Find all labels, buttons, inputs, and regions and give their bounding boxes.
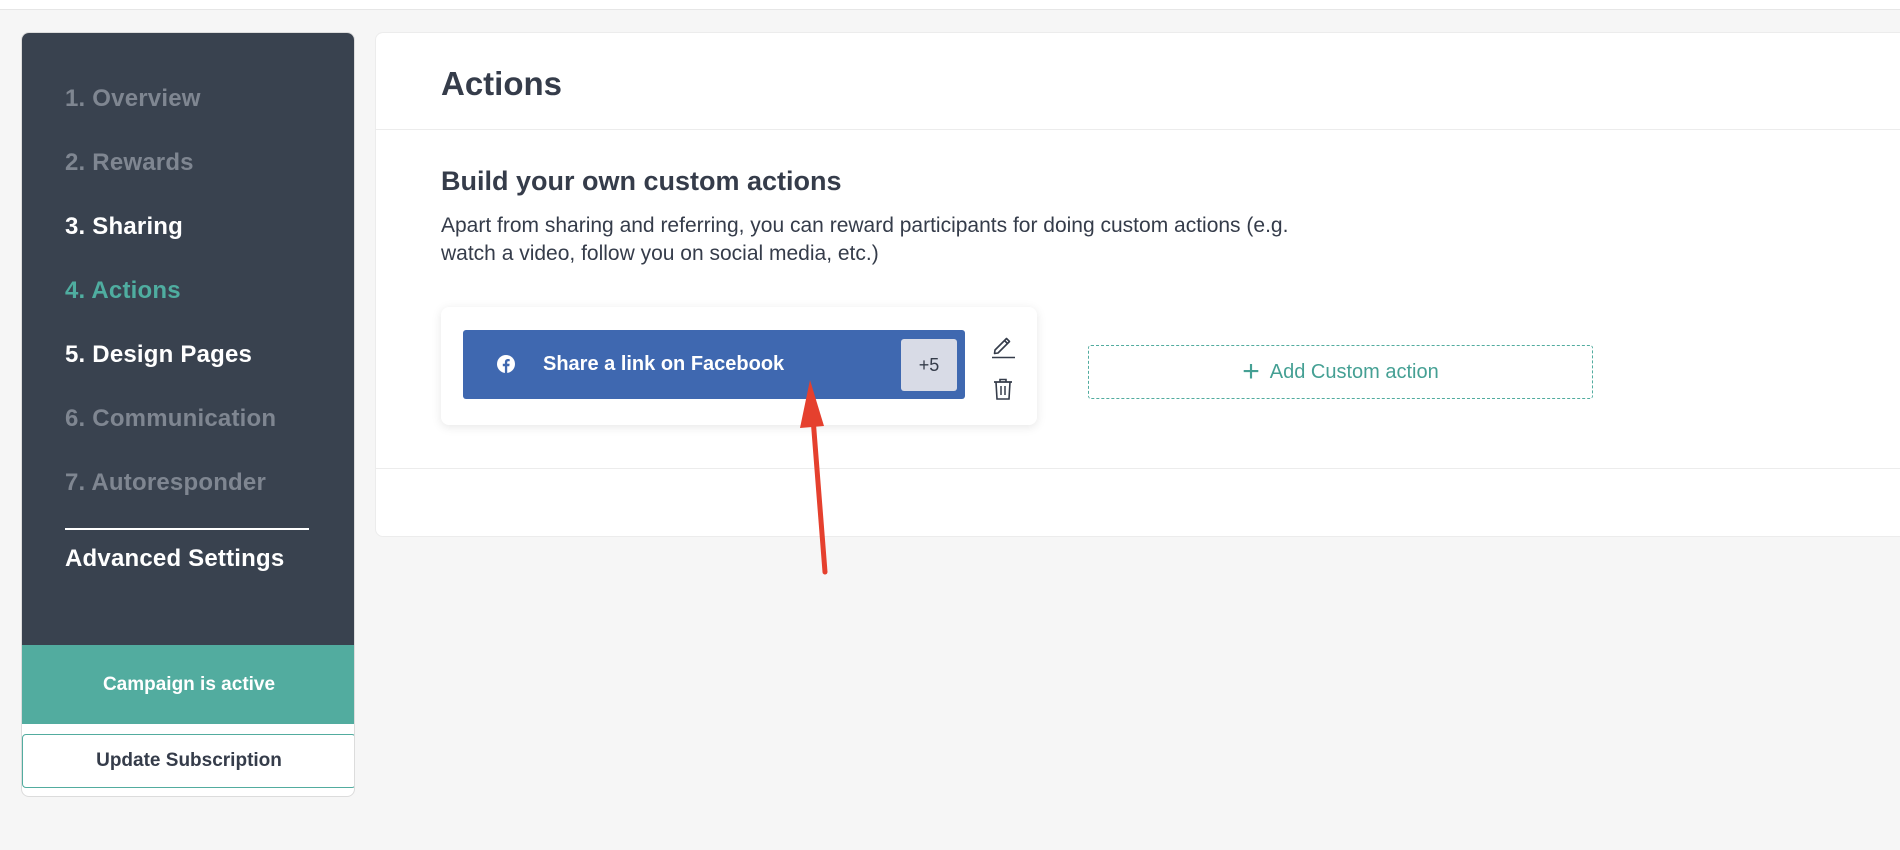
panel-footer-divider (376, 468, 1900, 469)
section-title: Build your own custom actions (441, 166, 842, 196)
annotation-arrow-icon (800, 380, 828, 575)
points-badge: +5 (901, 339, 957, 391)
pencil-icon[interactable] (989, 331, 1017, 359)
panel-header: Actions (376, 33, 1900, 130)
trash-icon[interactable] (992, 377, 1014, 401)
page-title: Actions (441, 65, 563, 102)
section-description: Apart from sharing and referring, you ca… (441, 212, 1401, 268)
sidebar-item-actions[interactable]: 4. Actions (65, 277, 181, 305)
facebook-icon (497, 355, 515, 373)
update-subscription-button[interactable]: Update Subscription (22, 734, 354, 788)
facebook-share-action[interactable]: Share a link on Facebook +5 (463, 330, 965, 399)
sidebar-item-design-pages[interactable]: 5. Design Pages (65, 341, 252, 369)
sidebar-item-overview[interactable]: 1. Overview (65, 85, 201, 113)
sidebar: 1. Overview 2. Rewards 3. Sharing 4. Act… (21, 32, 355, 797)
top-bar (0, 0, 1900, 10)
sidebar-item-sharing[interactable]: 3. Sharing (65, 213, 183, 241)
sidebar-divider (65, 528, 309, 530)
section-description-line: watch a video, follow you on social medi… (441, 242, 879, 265)
add-custom-action-label: Add Custom action (1269, 360, 1439, 383)
sidebar-item-autoresponder[interactable]: 7. Autoresponder (65, 469, 266, 497)
sidebar-item-communication[interactable]: 6. Communication (65, 405, 276, 433)
campaign-status-text: Campaign is active (102, 673, 276, 695)
sidebar-item-advanced-settings[interactable]: Advanced Settings (65, 545, 284, 573)
custom-action-card: Share a link on Facebook +5 (441, 307, 1037, 425)
actions-panel: Actions Build your own custom actions Ap… (375, 32, 1900, 537)
add-custom-action-button[interactable]: + Add Custom action (1088, 345, 1593, 399)
sidebar-nav: 1. Overview 2. Rewards 3. Sharing 4. Act… (22, 33, 354, 645)
sidebar-item-rewards[interactable]: 2. Rewards (65, 149, 194, 177)
action-label: Share a link on Facebook (543, 353, 785, 375)
plus-icon: + (1242, 355, 1260, 388)
campaign-status-banner: Campaign is active (22, 645, 354, 724)
section-description-line: Apart from sharing and referring, you ca… (441, 214, 1289, 237)
